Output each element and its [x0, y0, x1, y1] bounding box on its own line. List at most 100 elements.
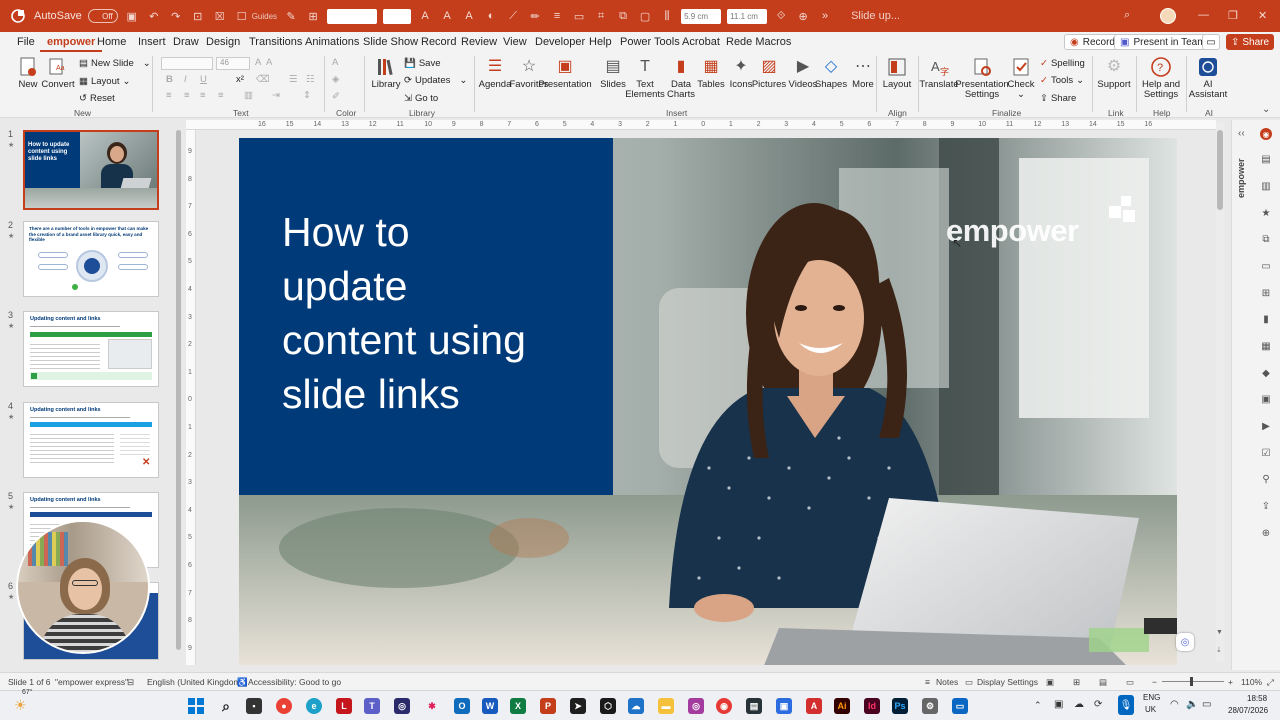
- italic-button-icon[interactable]: I: [184, 74, 187, 85]
- comments-button[interactable]: ▭: [1202, 34, 1220, 50]
- undo-icon[interactable]: ↶: [146, 8, 162, 24]
- minimize-icon[interactable]: —: [1198, 9, 1209, 21]
- check-button[interactable]: Check ⌄: [1008, 56, 1034, 100]
- shapes-button[interactable]: ◇ Shapes: [814, 56, 848, 90]
- empower-panel-icon[interactable]: ◉: [1260, 128, 1272, 140]
- library-panel-icon[interactable]: ▥: [1260, 181, 1272, 192]
- clear-format-icon[interactable]: x²: [236, 74, 244, 85]
- powerpoint-icon[interactable]: P: [540, 698, 556, 714]
- presentation-settings-button[interactable]: Presentation Settings: [955, 56, 1009, 100]
- font-color-icon[interactable]: A: [461, 8, 477, 24]
- outline-color-icon[interactable]: ✐: [332, 91, 340, 102]
- input-language[interactable]: ENG: [1143, 693, 1160, 702]
- clock-time[interactable]: 18:58: [1247, 694, 1267, 703]
- tray-app-icon[interactable]: ▣: [1054, 699, 1063, 710]
- guides-checkbox[interactable]: ☐: [234, 8, 250, 24]
- font-color-ribbon-icon[interactable]: A: [332, 57, 338, 68]
- shape-width-field[interactable]: 5.9 cm: [681, 8, 722, 24]
- indesign-icon[interactable]: Id: [864, 698, 880, 714]
- display-settings-button[interactable]: Display Settings: [977, 677, 1038, 687]
- close-icon[interactable]: ✕: [1258, 9, 1267, 22]
- normal-view-icon[interactable]: ▣: [1046, 677, 1054, 688]
- collapse-panel-icon[interactable]: ‹‹: [1238, 128, 1245, 139]
- add-panel-icon[interactable]: ⊕: [1260, 528, 1272, 539]
- accessibility-status[interactable]: Accessibility: Good to go: [248, 677, 341, 687]
- save-button[interactable]: 💾 Save: [404, 58, 441, 69]
- goto-button[interactable]: ⇲ Go to: [404, 93, 438, 104]
- align-right-icon[interactable]: ≡: [200, 90, 206, 101]
- battery-icon[interactable]: ▭: [1202, 699, 1211, 710]
- text-elements-button[interactable]: T Text Elements: [625, 56, 665, 100]
- app-window-icon[interactable]: ▭: [952, 698, 968, 714]
- format-painter-icon[interactable]: ✎: [283, 8, 299, 24]
- font-size-dropdown[interactable]: 46: [216, 57, 250, 70]
- spelling-button[interactable]: ✓ Spelling: [1040, 58, 1085, 69]
- thumbnail-scrollbar[interactable]: [175, 122, 182, 668]
- redo-icon[interactable]: ↷: [168, 8, 184, 24]
- slide-thumbnail-4[interactable]: Updating content and links ✕: [23, 402, 159, 478]
- word-icon[interactable]: W: [482, 698, 498, 714]
- pen-icon[interactable]: ✏: [527, 8, 543, 24]
- slide-canvas[interactable]: How to update content using slide links …: [239, 138, 1177, 665]
- slideshow-view-icon[interactable]: ▭: [1126, 677, 1134, 688]
- reading-view-icon[interactable]: ▤: [1099, 677, 1107, 688]
- app-hex-icon[interactable]: ⬡: [600, 698, 616, 714]
- zoom-in-icon[interactable]: +: [1228, 677, 1233, 687]
- indent-icon[interactable]: ⇥: [272, 90, 280, 101]
- tables-button[interactable]: ▦ Tables: [694, 56, 728, 90]
- tab-home[interactable]: Home: [90, 32, 133, 52]
- font-name-box[interactable]: [327, 8, 378, 24]
- new-button[interactable]: New: [16, 56, 40, 90]
- slides-panel-icon[interactable]: ▤: [1260, 154, 1272, 165]
- font-family-dropdown[interactable]: [161, 57, 213, 70]
- slide-title[interactable]: How to update content using slide links: [282, 205, 602, 421]
- fit-to-window-icon[interactable]: ⤢: [1267, 677, 1274, 688]
- presentation-panel-icon[interactable]: ⧉: [1260, 234, 1272, 245]
- start-icon[interactable]: [188, 698, 204, 714]
- updates-button[interactable]: ⟳ Updates ⌄: [404, 75, 467, 86]
- search-icon[interactable]: ⌕: [1124, 9, 1130, 22]
- crop-icon[interactable]: ⌗: [593, 8, 609, 24]
- table-panel-icon[interactable]: ▦: [1260, 341, 1272, 352]
- slideshow-icon[interactable]: ⊡: [190, 8, 206, 24]
- zoom-level[interactable]: 110%: [1241, 677, 1262, 687]
- language-label[interactable]: English (United Kingdom): [147, 677, 243, 687]
- app-circle-icon[interactable]: ◎: [688, 698, 704, 714]
- share-ribbon-button[interactable]: ⇪ Share: [1040, 93, 1076, 104]
- checkbox-icon[interactable]: ☒: [212, 8, 228, 24]
- layout-small-button[interactable]: ▦ Layout ⌄: [79, 76, 130, 87]
- shape-outline-icon[interactable]: ▭: [571, 8, 587, 24]
- next-slide-icon[interactable]: ⇣: [1216, 646, 1222, 654]
- font-size-box[interactable]: [383, 8, 412, 24]
- align-icon[interactable]: ≡: [549, 8, 565, 24]
- font-grow-icon[interactable]: A: [417, 8, 433, 24]
- reset-button[interactable]: ↺ Reset: [79, 93, 115, 104]
- save-icon[interactable]: ▣: [124, 8, 140, 24]
- slack-icon[interactable]: ✱: [424, 698, 440, 714]
- arrange-icon[interactable]: ⧉: [615, 8, 631, 24]
- align-left-icon[interactable]: ≡: [166, 90, 172, 101]
- app-l-icon[interactable]: L: [336, 698, 352, 714]
- library-button[interactable]: Library: [371, 56, 401, 90]
- search-icon[interactable]: ⌕: [218, 698, 234, 714]
- spellcheck-icon[interactable]: ⊟: [127, 677, 134, 688]
- slide-thumbnail-2[interactable]: There are a number of tools in empower t…: [23, 221, 159, 297]
- restore-icon[interactable]: ❐: [1228, 9, 1238, 22]
- zoom-slider[interactable]: [1162, 681, 1224, 682]
- notes-button[interactable]: Notes: [936, 677, 958, 687]
- filter-panel-icon[interactable]: ⚲: [1260, 474, 1272, 485]
- agenda-button[interactable]: ☰ Agenda: [478, 56, 512, 90]
- distribute-icon[interactable]: ⫼: [659, 8, 675, 24]
- clock-date[interactable]: 28/07/2026: [1228, 706, 1268, 715]
- tray-sync-icon[interactable]: ⟳: [1094, 699, 1102, 710]
- app-red-icon[interactable]: ◉: [716, 698, 732, 714]
- check-panel-icon[interactable]: ☑: [1260, 448, 1272, 459]
- microphone-icon[interactable]: 🎙: [1118, 695, 1134, 715]
- text-panel-icon[interactable]: ▭: [1260, 261, 1272, 272]
- underline-icon[interactable]: U: [200, 74, 207, 85]
- slide-thumbnail-1[interactable]: How to update content using slide links: [23, 130, 159, 210]
- scroll-down-icon[interactable]: ▼: [1216, 629, 1223, 636]
- chrome-icon[interactable]: ●: [276, 698, 292, 714]
- grow-font-icon[interactable]: A: [255, 57, 261, 68]
- tab-design[interactable]: Design: [199, 32, 247, 52]
